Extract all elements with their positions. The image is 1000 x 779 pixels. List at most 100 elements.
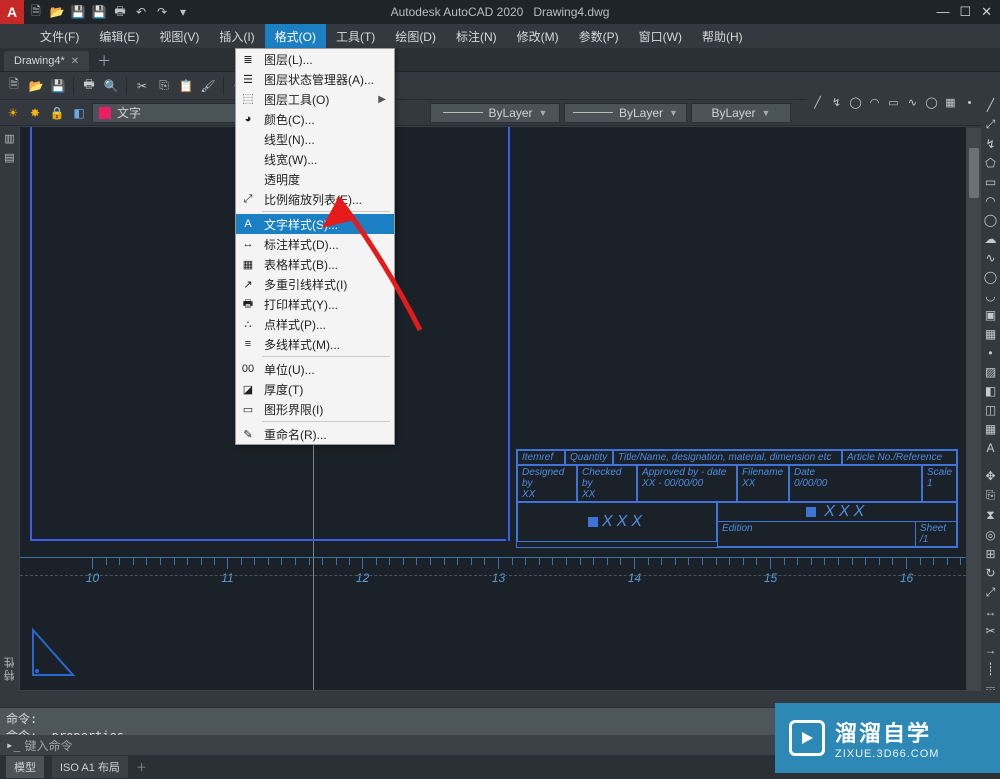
- drawing-canvas[interactable]: 10111213141516 Itemref Quantity Title/Na…: [19, 126, 967, 691]
- menu-item[interactable]: ◪厚度(T): [236, 379, 394, 399]
- menu-item[interactable]: ✎重命名(R)...: [236, 424, 394, 444]
- qat-new-icon[interactable]: 🗎: [28, 4, 44, 20]
- menu-item[interactable]: 透明度: [236, 169, 394, 189]
- qat-saveas-icon[interactable]: 💾: [91, 4, 107, 20]
- save-icon[interactable]: 💾: [48, 76, 68, 96]
- panel-icon[interactable]: ▤: [4, 151, 14, 164]
- rotate-icon[interactable]: ↻: [983, 566, 999, 580]
- menu-item[interactable]: ⤢比例缩放列表(E)...: [236, 189, 394, 209]
- menu-item[interactable]: ▦表格样式(B)...: [236, 254, 394, 274]
- join-icon[interactable]: ⎓: [983, 681, 999, 696]
- menu-item[interactable]: ▭图形界限(I): [236, 399, 394, 419]
- properties-panel-tab[interactable]: 特性: [2, 655, 18, 681]
- polygon-icon[interactable]: ⬠: [983, 156, 999, 170]
- menu-item[interactable]: 参数(P): [569, 24, 629, 49]
- new-icon[interactable]: 🗎: [4, 76, 24, 96]
- menu-item[interactable]: ↔标注样式(D)...: [236, 234, 394, 254]
- table-icon[interactable]: ▦: [983, 422, 999, 436]
- app-logo[interactable]: A: [0, 0, 24, 24]
- polyline-icon[interactable]: ↯: [983, 137, 999, 151]
- layer-color-icon[interactable]: ◧: [70, 104, 88, 122]
- point-icon[interactable]: •: [961, 94, 978, 111]
- linetype-dropdown[interactable]: ByLayer ▼: [430, 103, 560, 123]
- menu-item[interactable]: 工具(T): [326, 24, 385, 49]
- qat-undo-icon[interactable]: ↶: [133, 4, 149, 20]
- hatch-icon[interactable]: ▨: [983, 365, 999, 379]
- region-icon[interactable]: ◫: [983, 403, 999, 417]
- menu-item[interactable]: ◕颜色(C)...: [236, 109, 394, 129]
- qat-redo-icon[interactable]: ↷: [154, 4, 170, 20]
- add-layout-icon[interactable]: ＋: [136, 759, 147, 775]
- menu-item[interactable]: 绘图(D): [385, 24, 446, 49]
- break-icon[interactable]: ┊: [983, 662, 999, 676]
- menu-item[interactable]: 插入(I): [209, 24, 264, 49]
- menu-item[interactable]: 帮助(H): [692, 24, 753, 49]
- stretch-icon[interactable]: ↔: [983, 605, 999, 619]
- offset-icon[interactable]: ◎: [983, 528, 999, 542]
- menu-item[interactable]: 线宽(W)...: [236, 149, 394, 169]
- line-icon[interactable]: ╱: [983, 98, 999, 112]
- menu-item[interactable]: ∴点样式(P)...: [236, 314, 394, 334]
- menu-item[interactable]: 修改(M): [507, 24, 569, 49]
- point-icon[interactable]: •: [983, 346, 999, 360]
- construction-line-icon[interactable]: ⤢: [983, 117, 999, 132]
- spline-icon[interactable]: ∿: [983, 251, 999, 265]
- menu-item[interactable]: 线型(N)...: [236, 129, 394, 149]
- move-icon[interactable]: ✥: [983, 469, 999, 483]
- copy-icon[interactable]: ⎘: [154, 76, 174, 96]
- qat-open-icon[interactable]: 📂: [49, 4, 65, 20]
- rect-icon[interactable]: ▭: [885, 94, 902, 111]
- menu-item[interactable]: 格式(O): [265, 24, 326, 49]
- layer-freeze-icon[interactable]: ✸: [26, 104, 44, 122]
- revcloud-icon[interactable]: ☁: [983, 232, 999, 246]
- extend-icon[interactable]: →: [983, 643, 999, 657]
- mirror-icon[interactable]: ⧗: [983, 508, 999, 523]
- new-tab-button[interactable]: ＋: [89, 51, 119, 71]
- command-prompt[interactable]: 键入命令: [24, 737, 72, 754]
- menu-item[interactable]: ≡多线样式(M)...: [236, 334, 394, 354]
- menu-item[interactable]: ⿳图层工具(O)▶: [236, 89, 394, 109]
- arc-icon[interactable]: ◠: [866, 94, 883, 111]
- close-button[interactable]: ✕: [981, 4, 992, 20]
- minimize-button[interactable]: —: [936, 4, 949, 20]
- panel-icon[interactable]: ▥: [4, 132, 14, 145]
- menu-item[interactable]: 文件(F): [30, 24, 89, 49]
- cut-icon[interactable]: ✂: [132, 76, 152, 96]
- document-tab[interactable]: Drawing4* ✕: [4, 51, 89, 71]
- vertical-scrollbar[interactable]: [967, 128, 981, 691]
- open-icon[interactable]: 📂: [26, 76, 46, 96]
- qat-save-icon[interactable]: 💾: [70, 4, 86, 20]
- spline-icon[interactable]: ∿: [904, 94, 921, 111]
- close-tab-icon[interactable]: ✕: [71, 56, 79, 67]
- plotstyle-dropdown[interactable]: ByLayer ▼: [691, 103, 791, 123]
- layer-lock-icon[interactable]: 🔒: [48, 104, 66, 122]
- menu-item[interactable]: 🖶打印样式(Y)...: [236, 294, 394, 314]
- menu-item[interactable]: 窗口(W): [629, 24, 692, 49]
- ellipse-icon[interactable]: ◯: [983, 270, 999, 284]
- scrollbar-thumb[interactable]: [969, 148, 979, 198]
- circle-icon[interactable]: ◯: [847, 94, 864, 111]
- trim-icon[interactable]: ✂: [983, 624, 999, 638]
- menu-item[interactable]: ↗多重引线样式(I): [236, 274, 394, 294]
- plot-icon[interactable]: 🖶: [79, 76, 99, 96]
- layout-tab[interactable]: ISO A1 布局: [52, 756, 128, 778]
- ellipse-arc-icon[interactable]: ◡: [983, 289, 999, 303]
- menu-item[interactable]: 00单位(U)...: [236, 359, 394, 379]
- menu-item[interactable]: ☰图层状态管理器(A)...: [236, 69, 394, 89]
- rectangle-icon[interactable]: ▭: [983, 175, 999, 189]
- menu-item[interactable]: 视图(V): [149, 24, 209, 49]
- maximize-button[interactable]: ☐: [959, 4, 971, 20]
- menu-item[interactable]: ≣图层(L)...: [236, 49, 394, 69]
- qat-print-icon[interactable]: 🖶: [112, 4, 128, 20]
- model-tab[interactable]: 模型: [6, 756, 44, 778]
- gradient-icon[interactable]: ◧: [983, 384, 999, 398]
- lineweight-dropdown[interactable]: ByLayer ▼: [564, 103, 687, 123]
- copy-icon[interactable]: ⎘: [983, 488, 999, 503]
- arc-icon[interactable]: ◠: [983, 194, 999, 208]
- menu-item[interactable]: 标注(N): [446, 24, 507, 49]
- match-icon[interactable]: 🖌: [198, 76, 218, 96]
- qat-more-icon[interactable]: ▾: [175, 4, 191, 20]
- menu-item[interactable]: 编辑(E): [89, 24, 149, 49]
- ellipse-icon[interactable]: ◯: [923, 94, 940, 111]
- scale-icon[interactable]: ⤢: [983, 585, 999, 600]
